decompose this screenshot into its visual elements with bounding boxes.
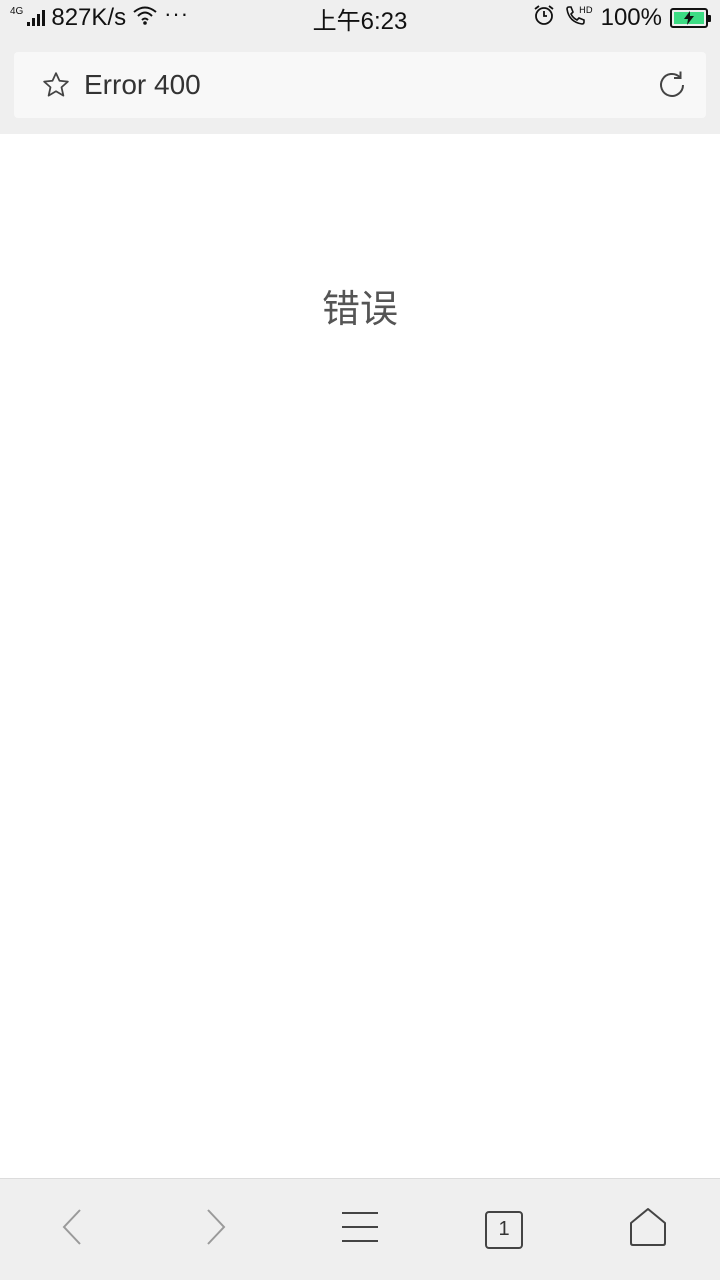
battery-level-fill bbox=[674, 11, 704, 25]
battery-charging-icon bbox=[670, 8, 711, 28]
svg-text:HD: HD bbox=[579, 6, 593, 16]
back-button[interactable] bbox=[0, 1179, 144, 1280]
clock: 上午6:23 bbox=[312, 7, 408, 35]
signal-bars-icon bbox=[27, 10, 46, 26]
menu-button[interactable] bbox=[288, 1179, 432, 1280]
network-speed: 827K/s bbox=[51, 4, 127, 31]
hd-call-icon: HD bbox=[563, 3, 593, 34]
status-bar: 4G 827K/s ··· 上午6:23 HD 100% bbox=[0, 0, 720, 36]
menu-icon bbox=[341, 1210, 379, 1249]
home-icon bbox=[629, 1207, 667, 1252]
wifi-icon bbox=[132, 4, 158, 33]
status-left: 4G 827K/s ··· bbox=[10, 0, 189, 36]
error-message: 错误 bbox=[321, 287, 398, 331]
bottom-toolbar: 1 bbox=[0, 1178, 720, 1280]
browser-header: Error 400 bbox=[0, 36, 720, 134]
alarm-icon bbox=[533, 4, 555, 33]
network-type-label: 4G bbox=[10, 5, 24, 17]
tabs-button[interactable]: 1 bbox=[432, 1179, 576, 1280]
battery-percent: 100% bbox=[600, 4, 662, 31]
page-title[interactable]: Error 400 bbox=[84, 69, 652, 101]
back-icon bbox=[60, 1207, 84, 1252]
tabs-icon: 1 bbox=[485, 1210, 523, 1249]
tab-count: 1 bbox=[498, 1218, 510, 1240]
forward-icon bbox=[204, 1207, 228, 1252]
web-content: 错误 bbox=[0, 134, 720, 1178]
forward-button[interactable] bbox=[144, 1179, 288, 1280]
address-bar[interactable]: Error 400 bbox=[14, 52, 706, 118]
star-icon[interactable] bbox=[36, 65, 76, 105]
home-button[interactable] bbox=[576, 1179, 720, 1280]
more-notifications-icon: ··· bbox=[164, 1, 190, 26]
reload-icon[interactable] bbox=[652, 65, 692, 105]
status-right: HD 100% bbox=[533, 0, 711, 36]
